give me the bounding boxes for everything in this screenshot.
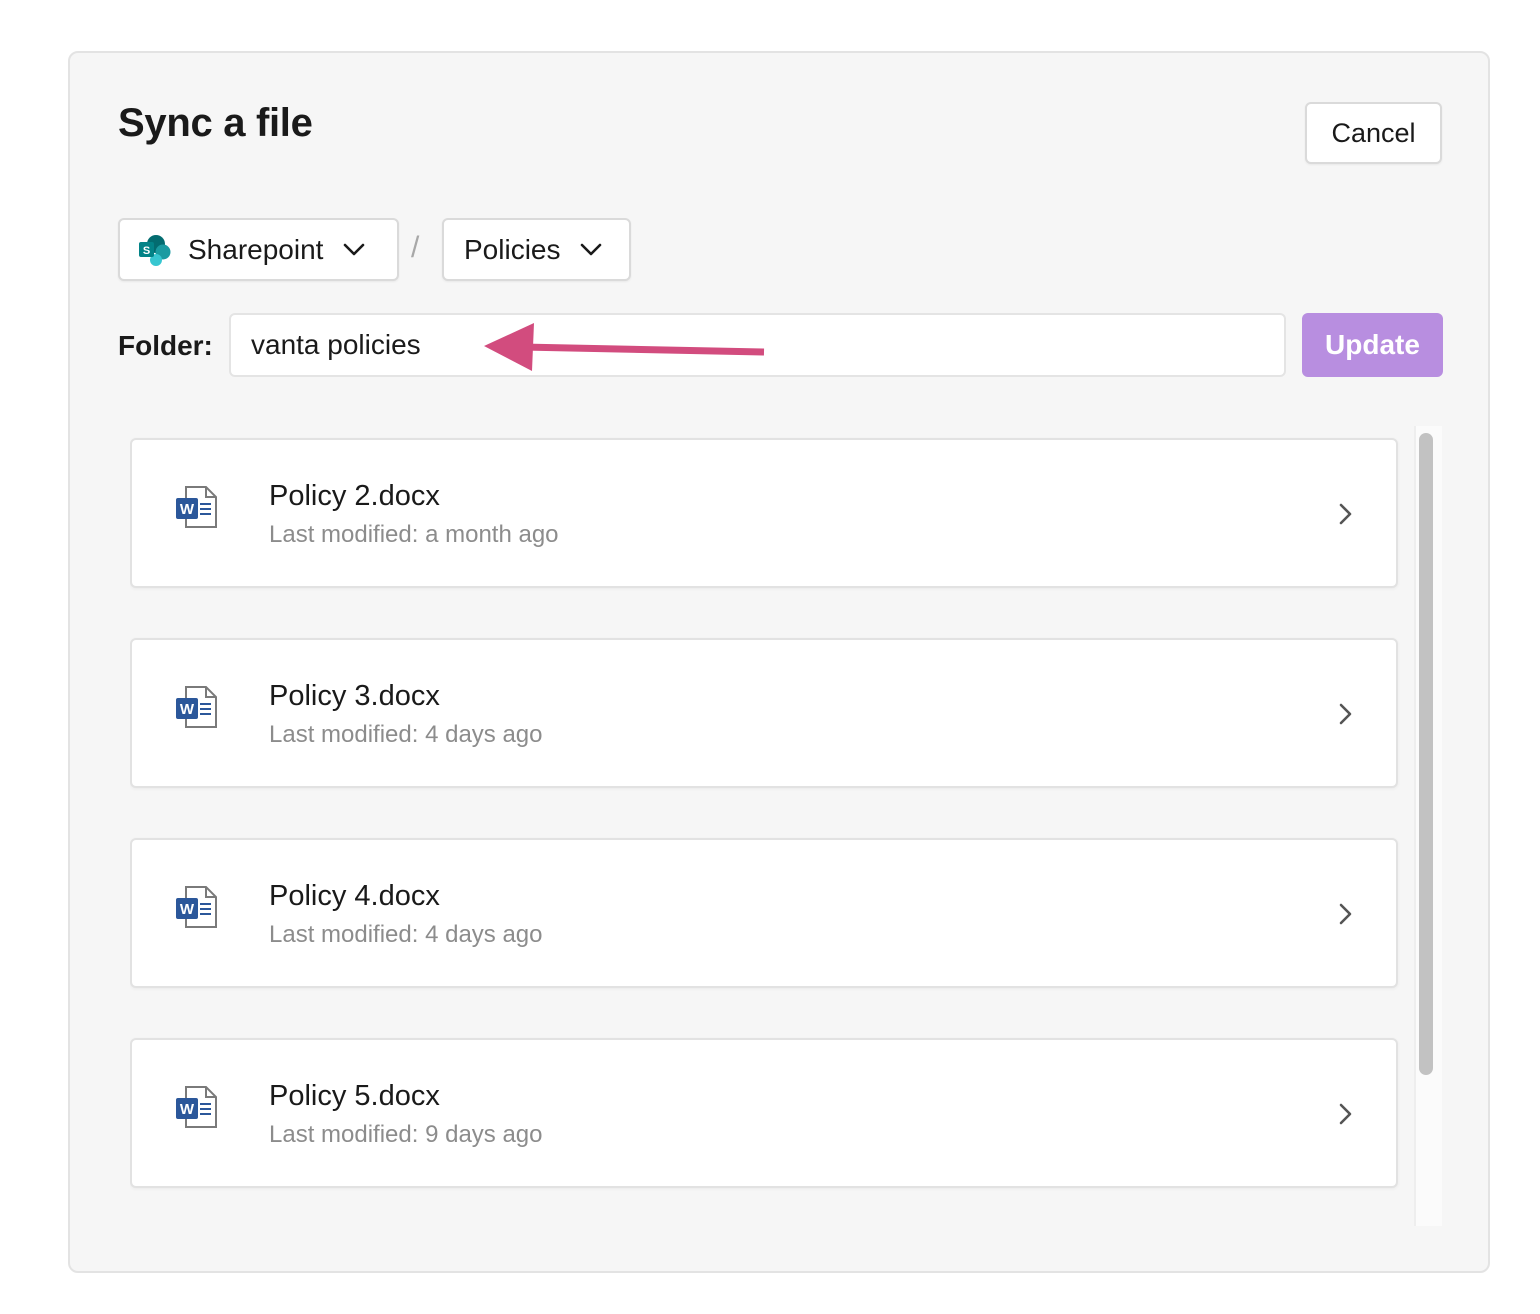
chevron-right-icon [1339, 503, 1352, 525]
library-dropdown[interactable]: Policies [442, 218, 631, 281]
chevron-down-icon [344, 243, 365, 255]
library-label: Policies [464, 233, 561, 265]
cancel-button[interactable]: Cancel [1305, 102, 1442, 164]
file-name: Policy 3.docx [269, 680, 440, 712]
word-doc-icon: W [176, 886, 217, 928]
svg-text:W: W [180, 901, 195, 918]
file-modified: Last modified: 4 days ago [269, 721, 543, 748]
chevron-right-icon [1339, 703, 1352, 725]
update-button[interactable]: Update [1302, 313, 1443, 377]
scrollbar-thumb[interactable] [1419, 433, 1433, 1075]
file-modified: Last modified: a month ago [269, 521, 559, 548]
dialog-title: Sync a file [118, 101, 313, 145]
file-name: Policy 4.docx [269, 880, 440, 912]
source-dropdown[interactable]: S Sharepoint [118, 218, 399, 281]
folder-label: Folder: [118, 330, 213, 361]
file-list-item[interactable]: W Policy 2.docx Last modified: a month a… [130, 438, 1398, 588]
file-list: W Policy 2.docx Last modified: a month a… [130, 436, 1442, 1226]
word-doc-icon: W [176, 1086, 217, 1128]
chevron-right-icon [1339, 903, 1352, 925]
word-doc-icon: W [176, 686, 217, 728]
file-list-item[interactable]: W Policy 4.docx Last modified: 4 days ag… [130, 838, 1398, 988]
file-name: Policy 5.docx [269, 1080, 440, 1112]
file-list-item[interactable]: W Policy 3.docx Last modified: 4 days ag… [130, 638, 1398, 788]
chevron-right-icon [1339, 1103, 1352, 1125]
annotation-arrow [484, 323, 765, 371]
sync-file-dialog: Sync a file Cancel S Sharepoint / Polici… [68, 51, 1490, 1273]
breadcrumb-separator: / [411, 231, 420, 264]
chevron-down-icon [581, 243, 602, 255]
sharepoint-icon: S [139, 234, 171, 266]
source-label: Sharepoint [188, 233, 324, 265]
word-doc-icon: W [176, 486, 217, 528]
svg-text:W: W [180, 701, 195, 718]
file-list-item[interactable]: W Policy 5.docx Last modified: 9 days ag… [130, 1038, 1398, 1188]
file-modified: Last modified: 4 days ago [269, 921, 543, 948]
file-modified: Last modified: 9 days ago [269, 1121, 543, 1148]
svg-text:S: S [143, 245, 150, 257]
file-name: Policy 2.docx [269, 480, 440, 512]
svg-text:W: W [180, 1101, 195, 1118]
svg-text:W: W [180, 501, 195, 518]
